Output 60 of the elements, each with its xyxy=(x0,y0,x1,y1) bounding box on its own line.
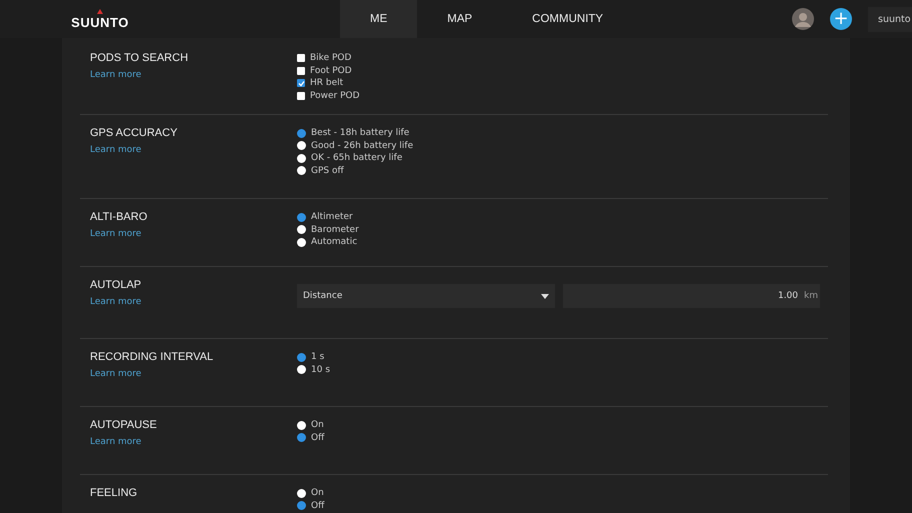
radio-button[interactable] xyxy=(297,141,306,150)
checkbox[interactable] xyxy=(297,66,305,75)
option-label: Automatic xyxy=(311,237,358,248)
learn-more-link[interactable]: Learn more xyxy=(90,229,142,239)
setting-title: AUTOPAUSE xyxy=(90,419,158,431)
option-label: Good - 26h battery life xyxy=(311,140,414,151)
nav-tab[interactable]: MAP xyxy=(417,0,502,38)
radio-button[interactable] xyxy=(297,154,306,163)
radio-button[interactable] xyxy=(297,433,306,442)
setting-title: ALTI-BARO xyxy=(90,211,148,223)
option-label: Power POD xyxy=(310,90,360,101)
option-label: Off xyxy=(311,500,324,511)
radio-button[interactable] xyxy=(297,488,306,498)
learn-more-link[interactable]: Learn more xyxy=(90,437,142,447)
learn-more-link[interactable]: Learn more xyxy=(90,145,142,155)
unit-label: km xyxy=(804,291,818,301)
setting-title: AUTOLAP xyxy=(90,279,142,291)
option-label: Off xyxy=(311,432,324,443)
option-label: OK - 65h battery life xyxy=(311,153,402,164)
setting-title: PODS TO SEARCH xyxy=(90,52,190,64)
setting-title: FEELING xyxy=(90,487,138,499)
user-button[interactable]: suunto xyxy=(868,6,912,32)
avatar-icon[interactable] xyxy=(792,8,814,30)
option-label: Altimeter xyxy=(311,212,353,222)
logo-text: SUUNTO xyxy=(71,14,129,30)
radio-button[interactable] xyxy=(297,501,306,510)
triangle-logo-icon xyxy=(97,8,103,14)
radio-button[interactable] xyxy=(297,166,306,176)
radio-button[interactable] xyxy=(297,212,306,222)
option-label: Bike POD xyxy=(310,53,352,64)
option-label: Best - 18h battery life xyxy=(311,128,410,138)
learn-more-link[interactable]: Learn more xyxy=(90,369,142,379)
input-field[interactable]: 1.00 km xyxy=(563,284,820,308)
option-label: GPS off xyxy=(311,166,344,176)
radio-button[interactable] xyxy=(297,420,306,430)
radio-button[interactable] xyxy=(297,128,306,138)
learn-more-link[interactable]: Learn more xyxy=(90,297,142,307)
add-button[interactable]: + xyxy=(830,8,852,30)
radio-button[interactable] xyxy=(297,238,306,247)
radio-button[interactable] xyxy=(297,365,306,374)
nav-tab[interactable]: ME xyxy=(340,0,418,38)
option-label: Barometer xyxy=(311,224,359,235)
nav-tab[interactable]: COMMUNITY xyxy=(502,0,634,38)
select-dropdown[interactable]: Distance xyxy=(297,284,555,308)
option-label: 1 s xyxy=(311,352,324,362)
setting-title: GPS ACCURACY xyxy=(90,127,178,139)
caret-icon xyxy=(541,294,549,298)
option-label: On xyxy=(311,420,324,430)
option-label: On xyxy=(311,488,324,498)
option-label: 10 s xyxy=(311,364,330,375)
radio-button[interactable] xyxy=(297,352,306,362)
checkbox[interactable] xyxy=(297,92,305,100)
radio-button[interactable] xyxy=(297,225,306,234)
option-label: HR belt xyxy=(310,78,344,88)
learn-more-link[interactable]: Learn more xyxy=(90,70,142,80)
field-value: 1.00 xyxy=(778,291,798,301)
checkbox[interactable] xyxy=(297,79,305,88)
checkbox[interactable] xyxy=(297,54,305,62)
option-label: Foot POD xyxy=(310,66,352,76)
setting-title: RECORDING INTERVAL xyxy=(90,351,214,363)
